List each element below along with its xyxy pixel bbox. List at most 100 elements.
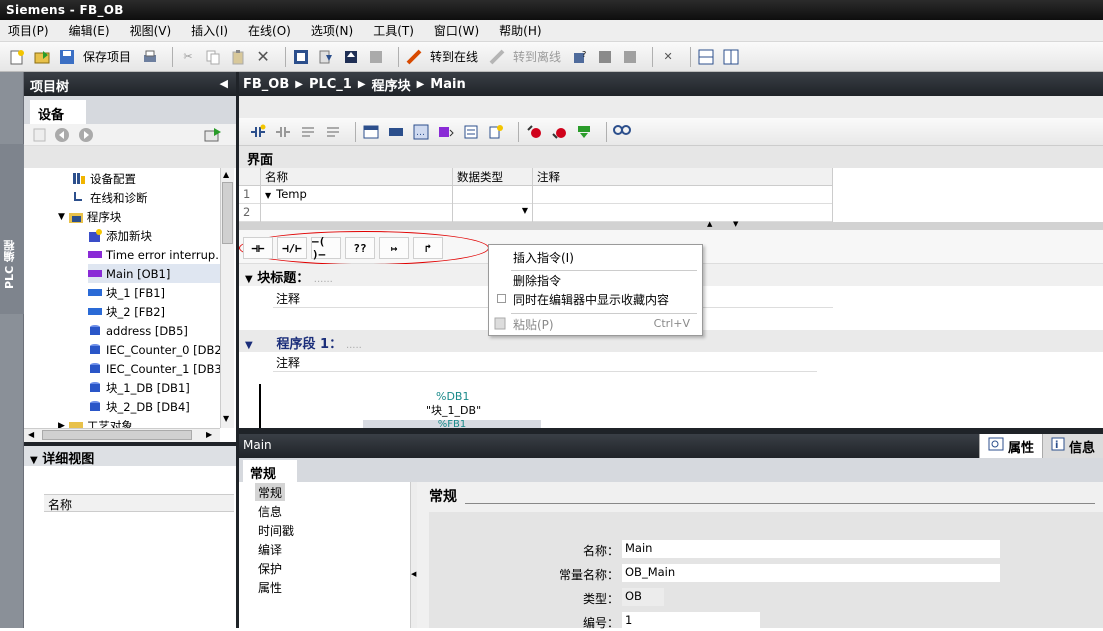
accessible-devices-icon[interactable]: ?: [571, 48, 589, 66]
scroll-down-icon[interactable]: ▼: [223, 414, 229, 423]
delete-icon[interactable]: ✕: [254, 47, 272, 66]
tree-horizontal-scrollbar[interactable]: ◀ ▶: [24, 428, 220, 442]
go-to-next-error-icon[interactable]: [550, 123, 568, 141]
favorites-icon[interactable]: [462, 123, 480, 141]
tree-item-add-block[interactable]: 添加新块: [88, 226, 152, 245]
menu-view[interactable]: 视图(V): [130, 22, 172, 39]
fb-block[interactable]: %FB1: [363, 420, 541, 428]
insert-network-icon[interactable]: [249, 123, 267, 141]
expand-down-icon[interactable]: ▼: [58, 212, 65, 222]
table-row[interactable]: 1 ▼ Temp: [239, 186, 833, 204]
menu-edit[interactable]: 编辑(E): [69, 22, 110, 39]
scroll-thumb[interactable]: [222, 182, 233, 244]
tree-item-online-diagnostics[interactable]: 在线和诊断: [72, 188, 148, 207]
go-offline-button[interactable]: 转到离线: [513, 48, 561, 65]
nav-protection[interactable]: 保护: [255, 559, 285, 577]
tree-item-fb2[interactable]: 块_2 [FB2]: [88, 302, 165, 321]
close-branch-button[interactable]: ↱: [413, 237, 443, 259]
col-data-type[interactable]: 数据类型: [453, 168, 533, 186]
go-online-button[interactable]: 转到在线: [430, 48, 478, 65]
print-icon[interactable]: [141, 48, 159, 66]
no-contact-button[interactable]: ⊣⊢: [243, 237, 273, 259]
breadcrumb-main[interactable]: Main: [430, 77, 465, 92]
nav-compile[interactable]: 编译: [255, 540, 285, 558]
nav-general[interactable]: 常规: [255, 483, 286, 501]
col-name[interactable]: 名称: [261, 168, 453, 186]
split-down-icon[interactable]: ▼: [733, 220, 738, 228]
tab-devices[interactable]: 设备: [30, 100, 86, 124]
monitoring-icon[interactable]: [613, 123, 631, 141]
network-comment[interactable]: 注释: [273, 352, 817, 372]
go-offline-icon[interactable]: [488, 48, 506, 66]
tree-item-db1[interactable]: 块_1_DB [DB1]: [88, 378, 190, 397]
data-type-dropdown[interactable]: ▼: [453, 204, 533, 222]
breadcrumb-project[interactable]: FB_OB: [243, 77, 289, 92]
nav-timestamp[interactable]: 时间戳: [255, 521, 297, 539]
tree-item-device-config[interactable]: 设备配置: [72, 169, 136, 188]
breadcrumb-blocks[interactable]: 程序块: [372, 75, 411, 94]
paste-icon[interactable]: [229, 48, 247, 66]
tree-item-db2[interactable]: IEC_Counter_0 [DB2: [88, 340, 220, 359]
split-horizontal-icon[interactable]: [697, 48, 715, 66]
new-item-icon[interactable]: [32, 127, 48, 146]
menu-window[interactable]: 窗口(W): [434, 22, 479, 39]
menu-item-delete-instruction[interactable]: 删除指令: [489, 270, 702, 290]
nc-contact-button[interactable]: ⊣/⊢: [277, 237, 307, 259]
row-name-input[interactable]: [261, 204, 453, 222]
scroll-up-icon[interactable]: ▲: [223, 170, 229, 179]
new-project-icon[interactable]: [8, 48, 26, 66]
nav-attributes[interactable]: 属性: [255, 578, 285, 596]
compile-icon[interactable]: [292, 48, 310, 66]
menu-project[interactable]: 项目(P): [8, 22, 49, 39]
add-favorite-icon[interactable]: [487, 123, 505, 141]
menu-options[interactable]: 选项(N): [311, 22, 353, 39]
close-branch-icon[interactable]: [324, 123, 342, 141]
menu-item-show-favorites[interactable]: 同时在编辑器中显示收藏内容: [489, 289, 702, 309]
split-vertical-icon[interactable]: [722, 48, 740, 66]
open-project-icon[interactable]: [33, 48, 51, 66]
breadcrumb-plc[interactable]: PLC_1: [309, 77, 352, 92]
network-title-value[interactable]: .....: [346, 340, 362, 351]
table-row[interactable]: 2 ▼: [239, 204, 833, 222]
number-field[interactable]: 1: [622, 612, 760, 630]
tree-item-db5[interactable]: address [DB5]: [88, 321, 188, 340]
detail-view-header[interactable]: ▼ 详细视图: [24, 446, 236, 467]
tree-item-program-blocks[interactable]: ▼ 程序块: [58, 207, 121, 226]
tree-item-fb1[interactable]: 块_1 [FB1]: [88, 283, 165, 302]
start-cpu-icon[interactable]: [596, 48, 614, 66]
expand-down-icon[interactable]: ▼: [265, 191, 271, 200]
name-field[interactable]: Main: [622, 540, 1000, 558]
expand-networks-icon[interactable]: [362, 123, 380, 141]
simulate-icon[interactable]: [367, 48, 385, 66]
forward-icon[interactable]: [78, 127, 94, 146]
tree-vertical-scrollbar[interactable]: ▲ ▼: [220, 168, 234, 428]
scroll-left-icon[interactable]: ◀: [28, 430, 34, 439]
copy-icon[interactable]: [204, 48, 222, 66]
compare-icon[interactable]: [575, 123, 593, 141]
cut-icon[interactable]: ✂: [179, 48, 197, 66]
expand-down-icon[interactable]: ▼: [30, 455, 38, 466]
expand-right-icon[interactable]: ▶: [58, 421, 65, 429]
upload-icon[interactable]: [342, 48, 360, 66]
delete-network-icon[interactable]: [274, 123, 292, 141]
expand-down-icon[interactable]: ▼: [245, 340, 253, 351]
collapse-left-icon[interactable]: ◀: [411, 570, 416, 578]
menu-item-paste[interactable]: 粘贴(P) Ctrl+V: [489, 314, 702, 334]
insert-branch-icon[interactable]: [299, 123, 317, 141]
tree-item-db3[interactable]: IEC_Counter_1 [DB3: [88, 359, 220, 378]
detail-column-name[interactable]: 名称: [44, 494, 234, 512]
tree-item-main-ob1[interactable]: Main [OB1]: [88, 264, 220, 283]
menu-tools[interactable]: 工具(T): [373, 22, 414, 39]
col-comment[interactable]: 注释: [533, 168, 833, 186]
scroll-right-icon[interactable]: ▶: [206, 430, 212, 439]
save-icon[interactable]: [58, 48, 76, 66]
save-project-button[interactable]: 保存项目: [83, 48, 131, 65]
go-online-icon[interactable]: [405, 48, 423, 66]
nav-info[interactable]: 信息: [255, 502, 285, 520]
tree-item-db4[interactable]: 块_2_DB [DB4]: [88, 397, 190, 416]
collapse-networks-icon[interactable]: [387, 123, 405, 141]
tab-general[interactable]: 常规: [243, 460, 297, 482]
empty-box-button[interactable]: ??: [345, 237, 375, 259]
collapse-arrow-icon[interactable]: ◀: [220, 77, 228, 90]
tab-info[interactable]: i 信息: [1041, 434, 1103, 458]
